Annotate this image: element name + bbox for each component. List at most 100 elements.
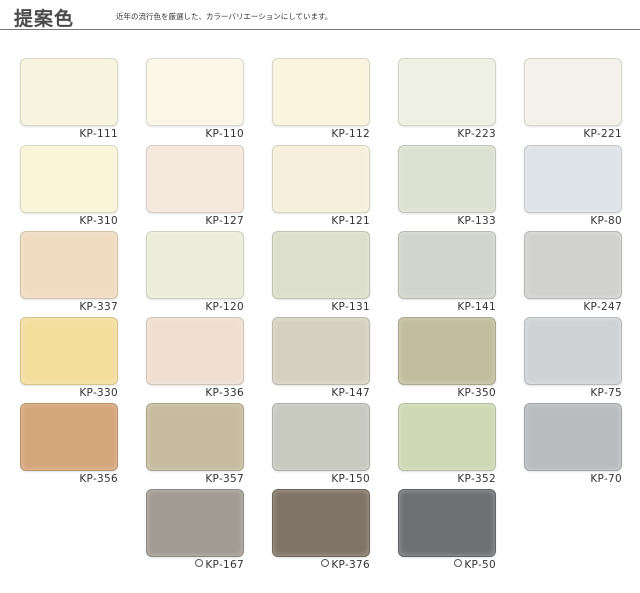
color-swatch: KP-352 [398, 403, 496, 489]
swatch-chip [398, 145, 496, 213]
swatch-code-label: KP-147 [331, 387, 370, 399]
swatch-chip [146, 231, 244, 299]
color-swatch: KP-221 [524, 58, 622, 144]
color-swatch: KP-350 [398, 317, 496, 403]
swatch-code: KP-133 [457, 215, 496, 227]
swatch-chip [272, 58, 370, 126]
swatch-chip [146, 403, 244, 471]
swatch-code: KP-127 [205, 215, 244, 227]
swatch-chip [524, 58, 622, 126]
color-swatch: KP-167 [146, 489, 244, 575]
swatch-code: KP-75 [590, 387, 622, 399]
swatch-code: KP-352 [457, 473, 496, 485]
swatch-code: KP-221 [583, 128, 622, 140]
color-swatch: KP-127 [146, 145, 244, 231]
color-swatch: KP-147 [272, 317, 370, 403]
color-swatch: KP-80 [524, 145, 622, 231]
circle-mark-icon [321, 559, 330, 567]
color-swatch: KP-75 [524, 317, 622, 403]
swatch-chip [146, 317, 244, 385]
swatch-chip [524, 231, 622, 299]
swatch-code-label: KP-133 [457, 215, 496, 227]
color-swatch: KP-337 [20, 231, 118, 317]
swatch-code-label: KP-357 [205, 473, 244, 485]
swatch-code: KP-131 [331, 301, 370, 313]
swatch-code-label: KP-120 [205, 301, 244, 313]
swatch-code-label: KP-350 [457, 387, 496, 399]
swatch-code: KP-147 [331, 387, 370, 399]
swatch-code-label: KP-75 [590, 387, 622, 399]
swatch-chip [272, 489, 370, 557]
swatch-code: KP-223 [457, 128, 496, 140]
swatch-chip [398, 231, 496, 299]
swatch-code: KP-120 [205, 301, 244, 313]
swatch-chip [272, 317, 370, 385]
swatch-code-label: KP-221 [583, 128, 622, 140]
color-swatch: KP-336 [146, 317, 244, 403]
swatch-code-label: KP-376 [331, 559, 370, 571]
swatch-code: KP-50 [454, 559, 496, 571]
swatch-code-label: KP-356 [79, 473, 118, 485]
color-swatch: KP-111 [20, 58, 118, 144]
swatch-chip [20, 317, 118, 385]
swatch-chip [272, 231, 370, 299]
color-swatch: KP-141 [398, 231, 496, 317]
swatch-code: KP-111 [79, 128, 118, 140]
swatch-code-label: KP-352 [457, 473, 496, 485]
color-swatch: KP-330 [20, 317, 118, 403]
swatch-chip [146, 58, 244, 126]
color-swatch: KP-131 [272, 231, 370, 317]
swatch-code: KP-336 [205, 387, 244, 399]
color-swatch: KP-247 [524, 231, 622, 317]
swatch-code-label: KP-150 [331, 473, 370, 485]
color-swatch: KP-223 [398, 58, 496, 144]
swatch-code-label: KP-310 [79, 215, 118, 227]
swatch-chip [524, 317, 622, 385]
swatch-code: KP-167 [195, 559, 244, 571]
color-swatch: KP-356 [20, 403, 118, 489]
color-swatch: KP-120 [146, 231, 244, 317]
swatch-code: KP-80 [590, 215, 622, 227]
swatch-chip [20, 231, 118, 299]
color-swatch: KP-110 [146, 58, 244, 144]
swatch-code: KP-110 [205, 128, 244, 140]
swatch-chip [20, 58, 118, 126]
swatch-code: KP-350 [457, 387, 496, 399]
swatch-code: KP-70 [590, 473, 622, 485]
swatch-code-label: KP-337 [79, 301, 118, 313]
swatch-code-label: KP-50 [464, 559, 496, 571]
color-swatch: KP-310 [20, 145, 118, 231]
swatch-chip [398, 403, 496, 471]
swatch-code: KP-247 [583, 301, 622, 313]
swatch-chip [398, 489, 496, 557]
swatch-code: KP-121 [331, 215, 370, 227]
swatch-code-label: KP-330 [79, 387, 118, 399]
swatch-code: KP-330 [79, 387, 118, 399]
color-swatch: KP-121 [272, 145, 370, 231]
swatch-code-label: KP-247 [583, 301, 622, 313]
circle-mark-icon [195, 559, 204, 567]
swatch-code-label: KP-80 [590, 215, 622, 227]
color-swatch: KP-50 [398, 489, 496, 575]
swatch-chip [146, 489, 244, 557]
swatch-code-label: KP-111 [79, 128, 118, 140]
color-swatch: KP-133 [398, 145, 496, 231]
color-swatch-grid: KP-111 KP-110 KP-112 KP-223 KP-221 KP-310 KP-1… [0, 0, 640, 593]
swatch-chip [20, 145, 118, 213]
swatch-chip [524, 145, 622, 213]
swatch-code: KP-357 [205, 473, 244, 485]
color-swatch: KP-376 [272, 489, 370, 575]
color-swatch: KP-150 [272, 403, 370, 489]
swatch-code-label: KP-127 [205, 215, 244, 227]
swatch-chip [272, 145, 370, 213]
swatch-code: KP-310 [79, 215, 118, 227]
swatch-chip [272, 403, 370, 471]
circle-mark-icon [454, 559, 463, 567]
swatch-code-label: KP-336 [205, 387, 244, 399]
swatch-chip [398, 317, 496, 385]
swatch-code-label: KP-110 [205, 128, 244, 140]
swatch-code-label: KP-141 [457, 301, 496, 313]
color-swatch: KP-357 [146, 403, 244, 489]
swatch-code: KP-337 [79, 301, 118, 313]
swatch-code: KP-112 [331, 128, 370, 140]
